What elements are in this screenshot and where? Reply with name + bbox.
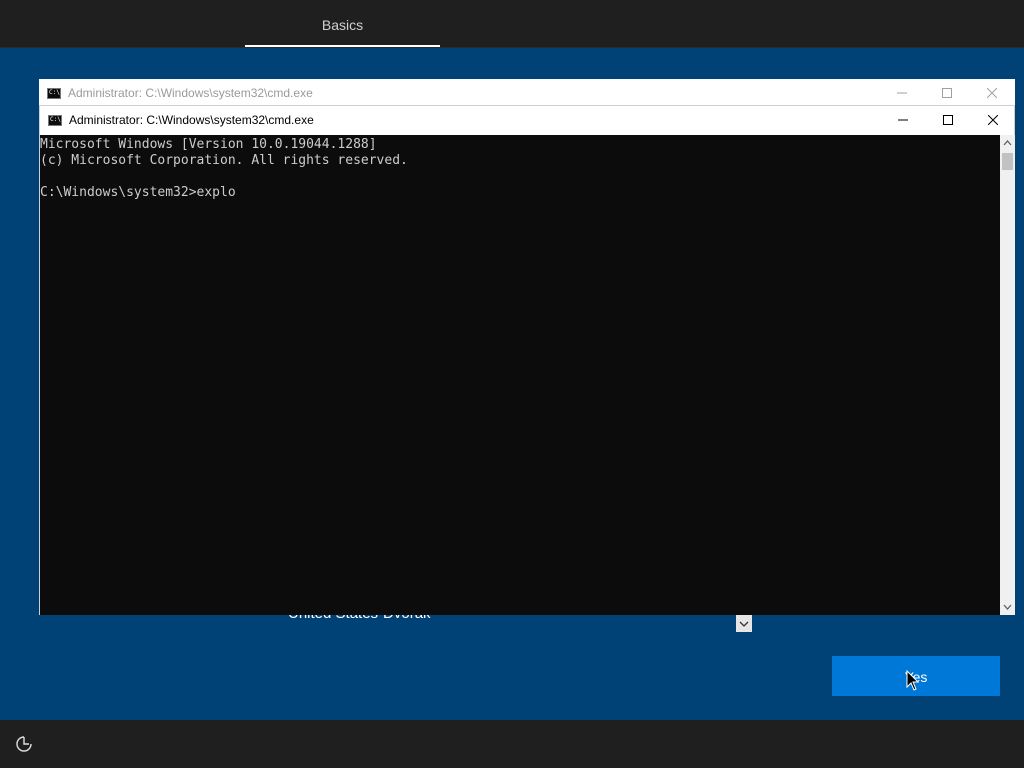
chevron-down-icon[interactable] [736,615,752,632]
titlebar[interactable]: C:\ Administrator: C:\Windows\system32\c… [39,79,1015,107]
mouse-cursor-icon [906,670,920,691]
scroll-down-icon[interactable] [1000,599,1015,615]
top-bar: Basics [0,0,1024,48]
minimize-icon[interactable] [879,79,925,107]
window-title: Administrator: C:\Windows\system32\cmd.e… [68,86,313,100]
cmd-window[interactable]: C:\ Administrator: C:\Windows\system32\c… [39,105,1015,615]
scroll-thumb[interactable] [1002,153,1013,170]
vertical-scrollbar[interactable] [1000,135,1015,615]
accessibility-icon[interactable] [14,734,34,754]
close-icon[interactable] [969,79,1015,107]
console-output[interactable]: Microsoft Windows [Version 10.0.19044.12… [40,135,1000,615]
titlebar[interactable]: C:\ Administrator: C:\Windows\system32\c… [40,106,1014,134]
maximize-icon[interactable] [924,79,970,107]
window-title: Administrator: C:\Windows\system32\cmd.e… [69,113,314,127]
console-line: (c) Microsoft Corporation. All rights re… [40,153,408,168]
tab-basics[interactable]: Basics [245,0,440,47]
scroll-up-icon[interactable] [1000,135,1015,151]
console-line: Microsoft Windows [Version 10.0.19044.12… [40,137,377,152]
console-prompt-line[interactable]: C:\Windows\system32>explo [40,185,1000,201]
close-icon[interactable] [970,106,1016,134]
cmd-icon: C:\ [47,88,61,99]
minimize-icon[interactable] [880,106,926,134]
console-line: ​ [40,169,1000,185]
maximize-icon[interactable] [925,106,971,134]
bottom-bar [0,720,1024,768]
cmd-icon: C:\ [48,115,62,126]
